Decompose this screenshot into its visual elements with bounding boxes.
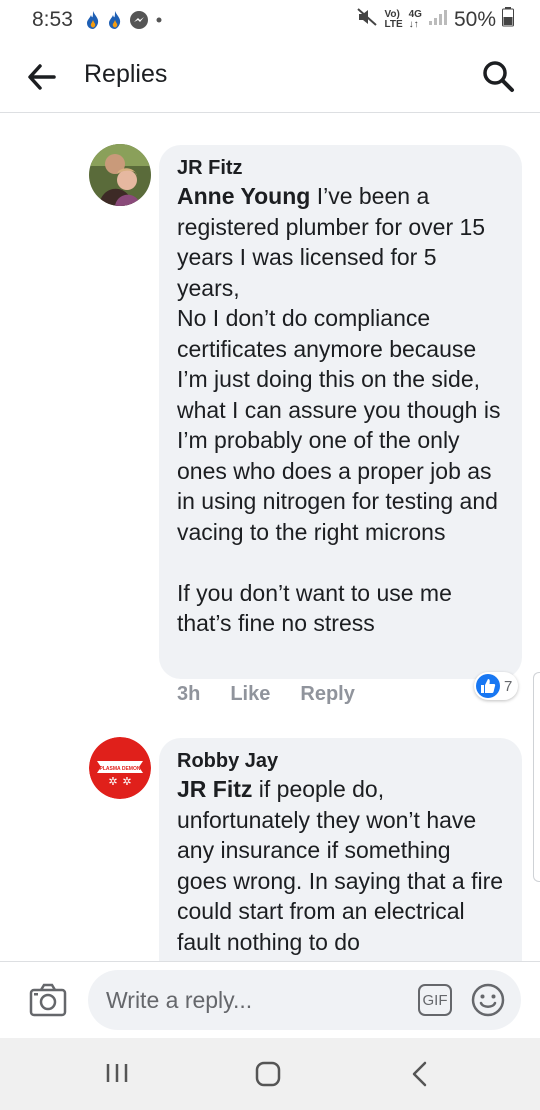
gif-button[interactable]: GIF (418, 984, 452, 1016)
home-icon[interactable] (254, 1060, 282, 1093)
reply-thread: JR Fitz Anne Young I’ve been a registere… (0, 114, 540, 961)
like-button[interactable]: Like (230, 683, 270, 706)
comment-bubble: JR Fitz Anne Young I’ve been a registere… (159, 145, 522, 679)
reaction-count: 7 (504, 677, 513, 695)
system-nav-bar (0, 1038, 540, 1110)
avatar[interactable] (89, 144, 151, 206)
flame-icon (107, 10, 123, 30)
more-notifications-dot (155, 16, 163, 24)
camera-icon[interactable] (29, 982, 67, 1018)
mention-link[interactable]: Anne Young (177, 183, 310, 209)
avatar-logo-text: PLASMA DEMON (100, 766, 141, 772)
network-type-indicator: 4G ↓↑ (408, 9, 422, 30)
status-bar: 8:53 Vo) LTE 4G ↓↑ 50% (0, 0, 540, 40)
comment-time: 3h (177, 683, 201, 705)
comment-author[interactable]: Robby Jay (177, 748, 504, 774)
search-icon[interactable] (480, 58, 516, 94)
comment-text: Anne Young I’ve been a registered plumbe… (177, 183, 501, 636)
svg-text:✲: ✲ (122, 775, 131, 788)
reply-button[interactable]: Reply (300, 683, 354, 706)
mention-link[interactable]: JR Fitz (177, 776, 252, 802)
emoji-icon[interactable] (470, 982, 506, 1018)
back-arrow-icon[interactable] (26, 62, 58, 92)
svg-text:✲: ✲ (108, 775, 117, 788)
messenger-icon (129, 10, 149, 30)
scrollbar[interactable] (533, 672, 540, 882)
page-title: Replies (84, 60, 168, 88)
flame-icon (85, 10, 101, 30)
comment-bubble: Robby Jay JR Fitz if people do, unfortun… (159, 738, 522, 961)
volte-indicator: Vo) LTE (384, 9, 403, 30)
comment-text: JR Fitz if people do, unfortunately they… (177, 776, 510, 955)
header: Replies (0, 40, 540, 113)
back-icon[interactable] (408, 1060, 432, 1093)
status-time: 8:53 (32, 8, 73, 31)
battery-icon (502, 7, 514, 33)
reply-composer: Write a reply... GIF (0, 961, 540, 1038)
signal-icon (428, 8, 448, 32)
reply-input-placeholder: Write a reply... (106, 987, 253, 1013)
recent-apps-icon[interactable] (104, 1060, 130, 1091)
thumbs-up-icon (476, 674, 500, 698)
comment-actions: 3h Like Reply (177, 683, 355, 706)
reaction-summary[interactable]: 7 (474, 672, 519, 700)
reply-input[interactable]: Write a reply... GIF (88, 970, 521, 1030)
avatar[interactable]: PLASMA DEMON ✲ ✲ (89, 737, 151, 799)
comment-author[interactable]: JR Fitz (177, 155, 504, 181)
mute-icon (356, 7, 378, 33)
battery-percent: 50% (453, 8, 496, 31)
